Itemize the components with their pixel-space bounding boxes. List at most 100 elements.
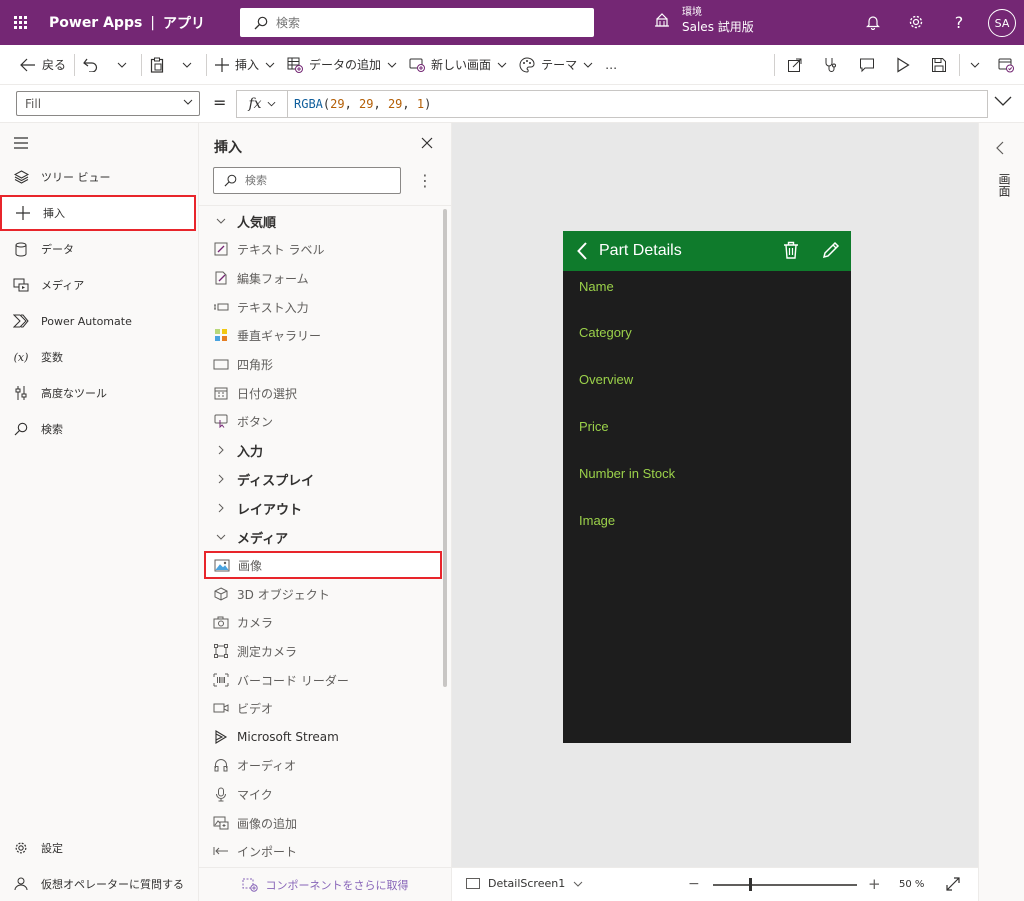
tools-icon (15, 386, 27, 400)
new-screen-button[interactable]: 新しい画面 (403, 45, 513, 85)
back-arrow-icon[interactable] (577, 242, 587, 260)
publish-button[interactable] (988, 45, 1024, 85)
save-dropdown[interactable] (962, 45, 988, 85)
insert-button[interactable]: ボタン (205, 407, 443, 435)
insert-microsoft-stream[interactable]: Microsoft Stream (205, 723, 443, 751)
theme-button[interactable]: テーマ (513, 45, 599, 85)
field-label[interactable]: Image (579, 513, 615, 528)
share-button[interactable] (777, 45, 813, 85)
paste-dropdown[interactable] (176, 45, 204, 85)
insert-text-label[interactable]: テキスト ラベル (205, 235, 443, 263)
nav-data[interactable]: データ (0, 231, 199, 267)
environment-picker[interactable]: 環境 Sales 試用版 (654, 6, 754, 34)
comments-button[interactable] (849, 45, 885, 85)
screen-selector[interactable]: DetailScreen1 (466, 877, 583, 890)
nav-tree-view[interactable]: ツリー ビュー (0, 159, 199, 195)
insert-text-input[interactable]: テキスト入力 (205, 293, 443, 321)
nav-insert[interactable]: 挿入 (0, 195, 196, 231)
zoom-slider[interactable] (713, 878, 857, 891)
insert-measuring-camera[interactable]: 測定カメラ (205, 637, 443, 665)
nav-virtual-agent[interactable]: 仮想オペレーターに質問する (0, 866, 199, 901)
category-popular[interactable]: 人気順 (205, 207, 443, 235)
get-more-components-link[interactable]: コンポーネントをさらに取得 (199, 867, 451, 901)
more-commands-button[interactable]: … (599, 45, 623, 85)
close-panel-button[interactable] (421, 137, 433, 152)
database-icon (15, 242, 27, 256)
function-picker-button[interactable]: fx (236, 90, 288, 118)
global-search-box[interactable] (240, 8, 594, 37)
save-button[interactable] (921, 45, 957, 85)
nav-settings[interactable]: 設定 (0, 830, 199, 866)
field-label[interactable]: Overview (579, 372, 633, 387)
insert-camera[interactable]: カメラ (205, 608, 443, 636)
insert-menu-button[interactable]: 挿入 (209, 45, 281, 85)
nav-advanced-tools[interactable]: 高度なツール (0, 375, 199, 411)
zoom-slider-thumb[interactable] (749, 878, 752, 891)
insert-add-picture[interactable]: 画像の追加 (205, 809, 443, 837)
insert-video[interactable]: ビデオ (205, 694, 443, 722)
undo-button[interactable] (77, 45, 111, 85)
field-label[interactable]: Number in Stock (579, 466, 675, 481)
nav-media[interactable]: メディア (0, 267, 199, 303)
expand-properties-button[interactable] (996, 141, 1004, 158)
field-label[interactable]: Category (579, 325, 632, 340)
app-checker-button[interactable] (813, 45, 849, 85)
zoom-out-button[interactable]: − (688, 876, 700, 892)
notifications-button[interactable] (863, 12, 883, 32)
insert-edit-form[interactable]: 編集フォーム (205, 264, 443, 292)
category-layout[interactable]: レイアウト (205, 494, 443, 522)
expand-formula-button[interactable] (994, 95, 1012, 109)
insert-barcode-reader[interactable]: バーコード リーダー (205, 666, 443, 694)
global-search-input[interactable] (276, 15, 576, 30)
insert-rectangle[interactable]: 四角形 (205, 350, 443, 378)
insert-panel-scrollbar[interactable] (443, 209, 447, 687)
category-media[interactable]: メディア (205, 523, 443, 551)
insert-audio[interactable]: オーディオ (205, 751, 443, 779)
collapse-nav-button[interactable] (13, 137, 29, 152)
nav-variables[interactable]: (x) 変数 (0, 339, 199, 375)
nav-label: Power Automate (41, 314, 132, 328)
environment-label: 環境 (682, 7, 702, 18)
help-button[interactable]: ? (949, 12, 969, 32)
edit-form-icon (215, 271, 227, 285)
fit-to-window-button[interactable] (946, 877, 960, 894)
insert-image[interactable]: 画像 (204, 551, 442, 579)
insert-import[interactable]: インポート (205, 837, 443, 863)
back-button[interactable]: 戻る (14, 45, 72, 85)
insert-search-input[interactable] (245, 174, 385, 187)
trash-icon[interactable] (783, 241, 799, 259)
user-avatar[interactable]: SA (988, 9, 1016, 37)
app-screen-preview[interactable]: Part Details Name Category Overview Pric… (563, 231, 851, 743)
formula-comma: , (373, 97, 388, 111)
property-dropdown[interactable]: Fill (16, 91, 200, 116)
nav-search[interactable]: 検索 (0, 411, 199, 447)
search-icon (14, 422, 28, 436)
more-options-button[interactable]: ⋮ (417, 171, 433, 190)
close-icon (421, 137, 433, 149)
equals-sign: = (213, 93, 227, 112)
category-display[interactable]: ディスプレイ (205, 465, 443, 493)
field-label[interactable]: Name (579, 279, 614, 294)
app-kind[interactable]: アプリ (163, 13, 205, 33)
undo-dropdown[interactable] (111, 45, 139, 85)
pencil-icon[interactable] (822, 241, 840, 259)
field-label[interactable]: Price (579, 419, 609, 434)
insert-search-box[interactable] (213, 167, 401, 194)
preview-button[interactable] (885, 45, 921, 85)
paste-button[interactable] (144, 45, 176, 85)
zoom-in-button[interactable]: + (868, 875, 881, 893)
app-launcher-button[interactable] (0, 0, 40, 45)
insert-vertical-gallery[interactable]: 垂直ギャラリー (205, 321, 443, 349)
insert-3d-object[interactable]: 3D オブジェクト (205, 580, 443, 608)
insert-microphone[interactable]: マイク (205, 780, 443, 808)
properties-rail-label[interactable]: 画面 (996, 173, 1013, 197)
formula-input[interactable]: RGBA(29, 29, 29, 1) (288, 90, 988, 118)
design-canvas[interactable]: Part Details Name Category Overview Pric… (452, 123, 978, 867)
add-data-button[interactable]: データの追加 (281, 45, 403, 85)
screen-header[interactable]: Part Details (563, 231, 851, 271)
insert-date-picker[interactable]: 日付の選択 (205, 379, 443, 407)
app-name[interactable]: Power Apps (49, 15, 142, 31)
settings-button[interactable] (906, 12, 926, 32)
category-input[interactable]: 入力 (205, 436, 443, 464)
nav-power-automate[interactable]: Power Automate (0, 303, 199, 339)
